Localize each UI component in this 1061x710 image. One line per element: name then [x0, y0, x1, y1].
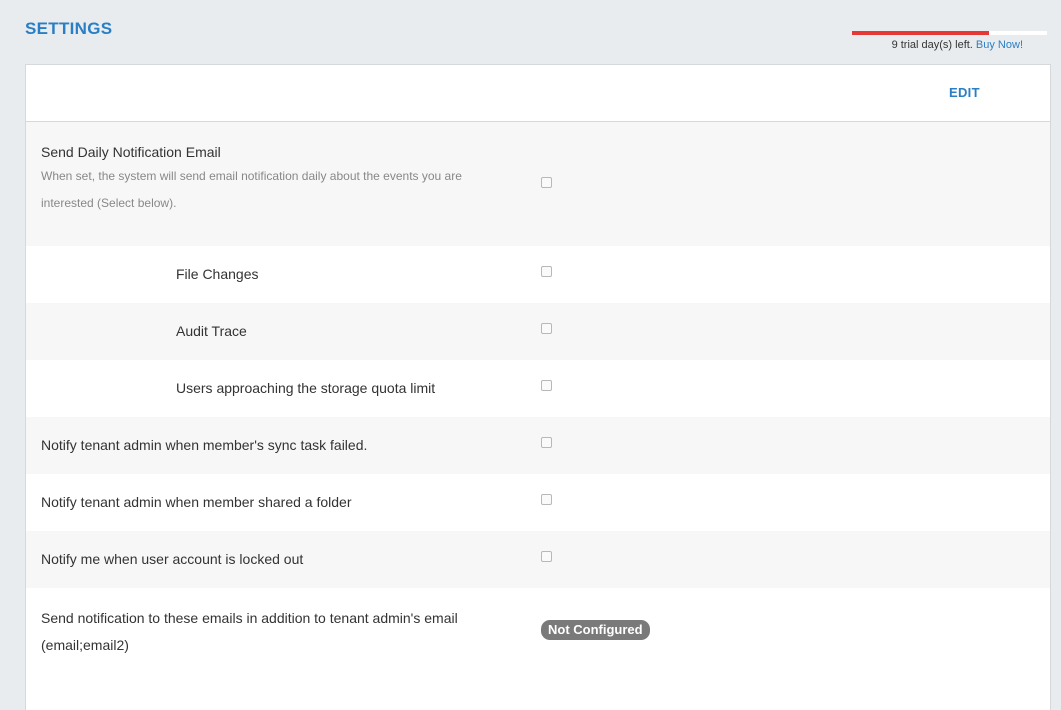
audit-trace-label: Audit Trace: [176, 323, 247, 339]
sub-item-row: Audit Trace: [26, 303, 1050, 360]
trial-text: 9 trial day(s) left. Buy Now!: [892, 39, 1023, 51]
settings-page: SETTINGS 9 trial day(s) left. Buy Now! E…: [0, 0, 1061, 710]
sub-item-row: Users approaching the storage quota limi…: [26, 360, 1050, 417]
shared-folder-label: Notify tenant admin when member shared a…: [41, 494, 352, 510]
setting-row: Notify tenant admin when member's sync t…: [26, 417, 1050, 474]
setting-row: Notify tenant admin when member shared a…: [26, 474, 1050, 531]
trial-days-left: 9 trial day(s) left.: [891, 39, 976, 51]
extra-emails-label: Send notification to these emails in add…: [41, 610, 458, 653]
storage-quota-label: Users approaching the storage quota limi…: [176, 380, 436, 396]
page-title: SETTINGS: [25, 19, 113, 38]
file-changes-checkbox[interactable]: [541, 266, 552, 277]
daily-notification-description: When set, the system will send email not…: [41, 169, 462, 210]
daily-notification-row: Send Daily Notification Email When set, …: [26, 122, 1050, 246]
trial-status: 9 trial day(s) left. Buy Now!: [852, 31, 1047, 51]
storage-quota-checkbox[interactable]: [541, 380, 552, 391]
account-locked-label: Notify me when user account is locked ou…: [41, 551, 304, 567]
file-changes-label: File Changes: [176, 266, 259, 282]
sub-item-row: File Changes: [26, 246, 1050, 303]
setting-row: Notify me when user account is locked ou…: [26, 531, 1050, 588]
not-configured-badge[interactable]: Not Configured: [541, 620, 650, 640]
trial-progress-bar: [852, 31, 1047, 35]
edit-button[interactable]: EDIT: [949, 85, 980, 100]
trial-progress-fill: [852, 31, 989, 35]
audit-trace-checkbox[interactable]: [541, 323, 552, 334]
shared-folder-checkbox[interactable]: [541, 494, 552, 505]
card-header: EDIT: [26, 65, 1050, 122]
account-locked-checkbox[interactable]: [541, 551, 552, 562]
daily-notification-checkbox[interactable]: [541, 177, 552, 188]
daily-notification-label: Send Daily Notification Email: [41, 144, 221, 160]
sync-task-failed-label: Notify tenant admin when member's sync t…: [41, 437, 368, 453]
extra-emails-row: Send notification to these emails in add…: [26, 588, 1050, 710]
daily-notification-setting: Send Daily Notification Email When set, …: [41, 144, 501, 217]
settings-card: EDIT Send Daily Notification Email When …: [25, 64, 1051, 710]
sync-task-failed-checkbox[interactable]: [541, 437, 552, 448]
buy-now-link[interactable]: Buy Now!: [976, 39, 1023, 51]
